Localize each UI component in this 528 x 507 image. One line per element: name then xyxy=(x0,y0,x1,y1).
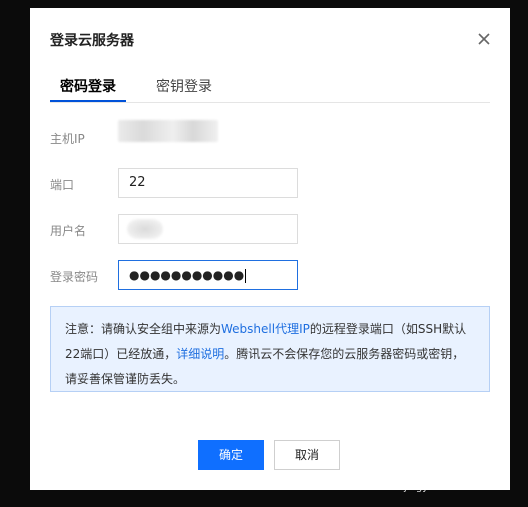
username-value xyxy=(127,219,163,239)
username-label: 用户名 xyxy=(50,224,87,238)
login-tabs: 密码登录 密钥登录 xyxy=(50,76,490,103)
details-link[interactable]: 详细说明 xyxy=(176,347,224,361)
password-input[interactable]: ●●●●●●●●●●● xyxy=(118,260,298,290)
port-value: 22 xyxy=(129,175,146,190)
port-input[interactable]: 22 xyxy=(118,168,298,198)
tab-password-login[interactable]: 密码登录 xyxy=(60,76,116,96)
watermark-logo: Bai百经验 xyxy=(396,454,468,472)
notice-box: 注意：请确认安全组中来源为Webshell代理IP的远程登录端口（如SSH默认2… xyxy=(50,306,490,392)
port-label: 端口 xyxy=(50,178,75,192)
host-ip-label: 主机IP xyxy=(50,132,85,146)
active-tab-indicator xyxy=(50,100,126,102)
password-value: ●●●●●●●●●●● xyxy=(129,268,245,282)
notice-prefix: 注意：请确认安全组中来源为 xyxy=(65,322,222,336)
login-dialog: 登录云服务器 密码登录 密钥登录 主机IP 端口 22 用户名 登录密码 ●●●… xyxy=(30,8,510,490)
webshell-proxy-ip-link[interactable]: Webshell代理IP xyxy=(221,322,310,336)
close-icon[interactable] xyxy=(476,31,492,47)
username-input[interactable] xyxy=(118,214,298,244)
host-ip-value xyxy=(118,120,218,142)
tab-key-login[interactable]: 密钥登录 xyxy=(156,76,212,96)
cancel-button[interactable]: 取消 xyxy=(274,440,340,470)
dialog-title: 登录云服务器 xyxy=(50,33,134,49)
password-label: 登录密码 xyxy=(50,270,99,284)
watermark-url: jingyan.baidu.com xyxy=(404,482,497,493)
text-caret xyxy=(245,268,247,283)
confirm-button[interactable]: 确定 xyxy=(198,440,264,470)
